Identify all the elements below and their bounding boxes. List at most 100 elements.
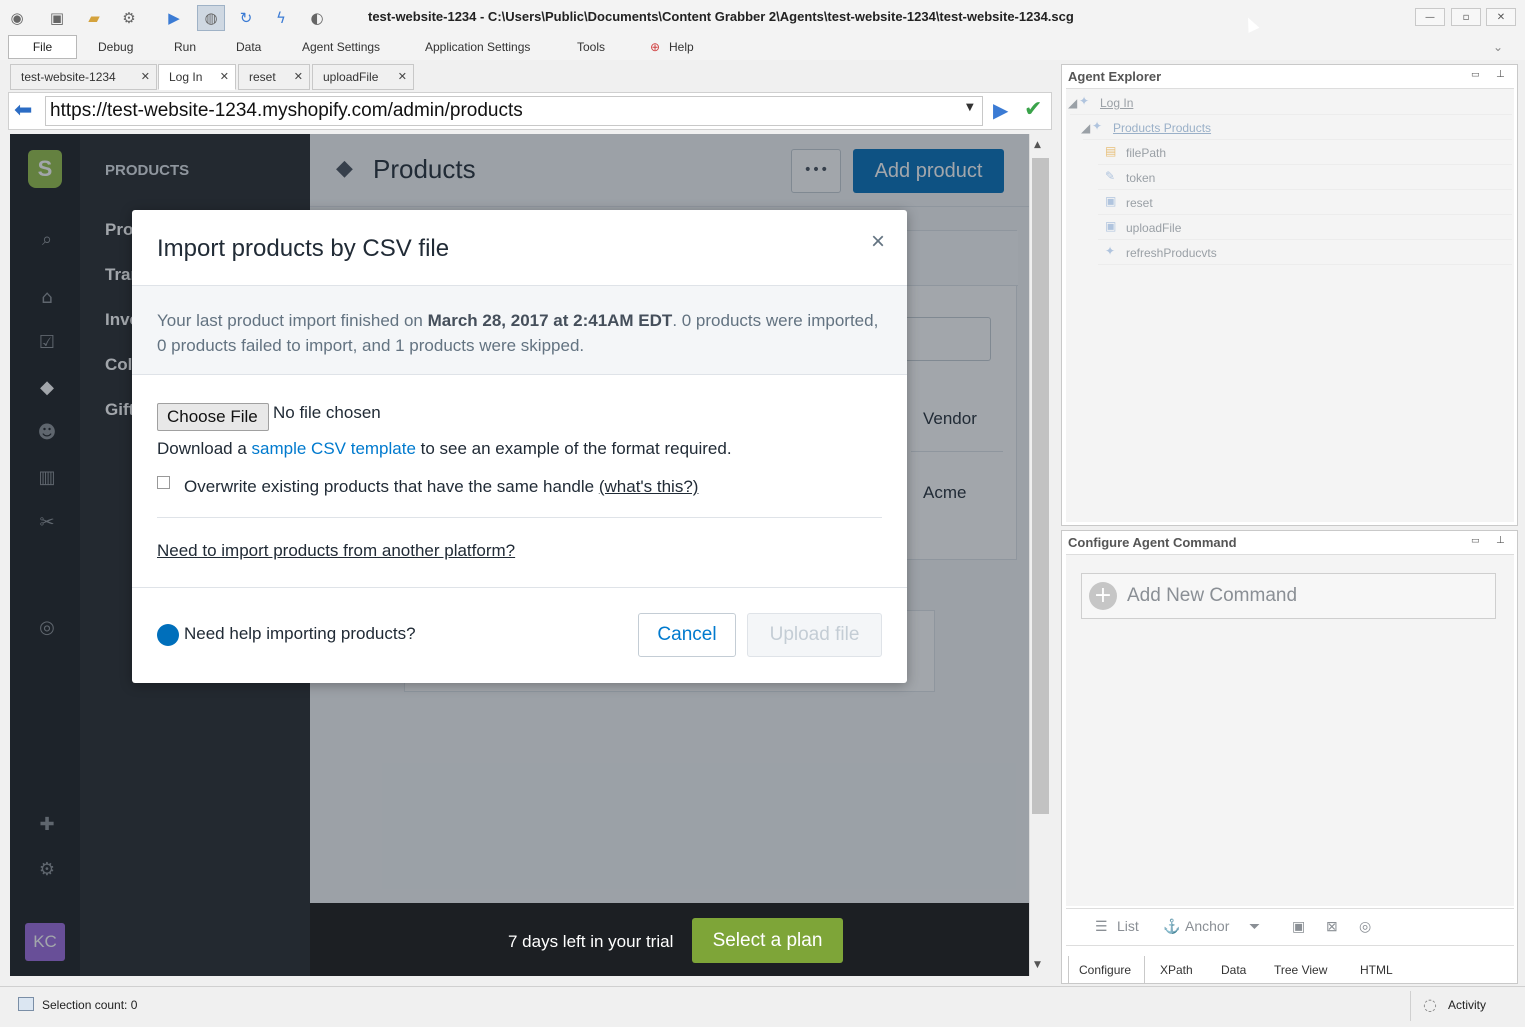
tree-divider: [1070, 114, 1512, 115]
divider: [157, 517, 882, 518]
command-icon: ▣: [1105, 219, 1117, 233]
scroll-up-icon[interactable]: ▲: [1034, 140, 1041, 150]
close-icon[interactable]: ✕: [398, 70, 407, 83]
scrollbar-thumb[interactable]: [1032, 158, 1049, 814]
tree-item-token[interactable]: token: [1126, 171, 1155, 185]
tab-html[interactable]: HTML: [1350, 956, 1403, 984]
import-other-platform-link[interactable]: Need to import products from another pla…: [157, 541, 515, 561]
upload-file-button[interactable]: Upload file: [747, 613, 882, 657]
url-input[interactable]: https://test-website-1234.myshopify.com/…: [45, 96, 983, 126]
close-icon[interactable]: ✕: [294, 70, 303, 83]
menu-help[interactable]: Help: [669, 40, 694, 54]
add-new-command-button[interactable]: + Add New Command: [1081, 573, 1496, 619]
tree-divider: [1098, 164, 1512, 165]
whats-this-link[interactable]: (what's this?): [599, 477, 699, 496]
menu-file[interactable]: File: [8, 35, 77, 59]
collapse-ribbon-icon[interactable]: ⌄: [1493, 40, 1503, 54]
tree-item-uploadfile[interactable]: uploadFile: [1126, 221, 1181, 235]
add-icon: +: [1089, 582, 1117, 610]
tree-item-filepath[interactable]: filePath: [1126, 146, 1166, 160]
tree-item-log-in[interactable]: Log In: [1100, 96, 1133, 110]
agent-icon: ✦: [1079, 94, 1090, 108]
browser-globe-icon[interactable]: ◍: [197, 5, 225, 31]
panel-float-icon[interactable]: ▭: [1471, 536, 1480, 546]
tree-divider: [1098, 189, 1512, 190]
back-arrow-icon[interactable]: ⬅: [14, 98, 32, 123]
anchor-icon: ⚓: [1163, 918, 1181, 934]
help-link[interactable]: Need help importing products?: [184, 624, 416, 644]
pin-icon[interactable]: ⊥: [1496, 535, 1505, 546]
trial-text: 7 days left in your trial: [508, 932, 674, 951]
tab-label: reset: [249, 70, 276, 84]
menu-run[interactable]: Run: [174, 40, 196, 54]
close-icon[interactable]: ✕: [1486, 8, 1516, 26]
panel-float-icon[interactable]: ▭: [1471, 70, 1480, 80]
menu-debug[interactable]: Debug: [98, 40, 133, 54]
tab-upload-file[interactable]: uploadFile ✕: [312, 64, 414, 90]
gear-icon[interactable]: ⚙: [118, 7, 140, 29]
anchor-button[interactable]: Anchor: [1185, 918, 1229, 934]
tab-reset[interactable]: reset ✕: [238, 64, 310, 90]
tab-label: uploadFile: [323, 70, 379, 84]
menu-tools[interactable]: Tools: [577, 40, 605, 54]
target-icon[interactable]: ◎: [1359, 918, 1371, 935]
dropdown-arrow-icon[interactable]: ▼: [966, 102, 974, 113]
command-icon: ▣: [1105, 194, 1117, 208]
maximize-icon[interactable]: ▫: [1451, 8, 1481, 26]
scroll-down-icon[interactable]: ▼: [1034, 960, 1041, 970]
tree-item-refresh[interactable]: refreshProducvts: [1126, 246, 1217, 260]
action-icon: ✦: [1105, 244, 1116, 258]
lightning-icon[interactable]: ϟ: [270, 7, 292, 29]
pin-icon[interactable]: ⊥: [1496, 69, 1505, 80]
clear-selection-icon[interactable]: ⊠: [1326, 918, 1338, 935]
menu-agent-settings[interactable]: Agent Settings: [302, 40, 380, 54]
overwrite-checkbox[interactable]: [157, 476, 170, 489]
filter-icon[interactable]: ⏷: [1249, 918, 1260, 935]
download-prefix: Download a: [157, 439, 252, 458]
tree-item-products[interactable]: Products Products: [1113, 121, 1211, 135]
play-icon[interactable]: ▶: [163, 7, 185, 29]
save-icon[interactable]: ▣: [46, 7, 68, 29]
select-region-icon[interactable]: ▣: [1292, 918, 1305, 935]
tree-divider: [1098, 239, 1512, 240]
agent-explorer-title: Agent Explorer: [1068, 69, 1162, 84]
tab-configure[interactable]: Configure: [1068, 956, 1145, 984]
title-bar: ◉ ▣ ▰ ⚙ ▶ ◍ ↻ ϟ ◐ test-website-1234 - C:…: [0, 0, 1525, 36]
configure-title: Configure Agent Command: [1068, 535, 1237, 550]
menu-bar: Debug Run Data Agent Settings Applicatio…: [0, 36, 1525, 60]
choose-file-button[interactable]: Choose File: [157, 403, 269, 431]
sample-csv-link[interactable]: sample CSV template: [252, 439, 416, 458]
open-folder-icon[interactable]: ▰: [83, 7, 105, 29]
app-menu-icon[interactable]: ◉: [6, 7, 28, 29]
select-plan-button[interactable]: Select a plan: [692, 918, 843, 963]
tab-log-in[interactable]: Log In ✕: [158, 64, 236, 90]
refresh-icon[interactable]: ↻: [235, 7, 257, 29]
checkmark-icon[interactable]: ✔: [1024, 97, 1042, 122]
contrast-icon[interactable]: ◐: [306, 7, 328, 29]
cancel-button[interactable]: Cancel: [638, 613, 736, 657]
close-icon[interactable]: ×: [871, 228, 885, 256]
go-icon[interactable]: ▶: [993, 98, 1008, 122]
last-import-note: Your last product import finished on Mar…: [132, 285, 907, 375]
tree-expander-icon[interactable]: ◢: [1081, 121, 1090, 135]
tab-label: test-website-1234: [21, 70, 116, 84]
minimize-icon[interactable]: —: [1415, 8, 1445, 26]
tab-tree-view[interactable]: Tree View: [1264, 956, 1337, 984]
close-icon[interactable]: ✕: [220, 70, 229, 83]
tree-divider: [1098, 264, 1512, 265]
tab-xpath[interactable]: XPath: [1150, 956, 1203, 984]
list-button[interactable]: List: [1117, 918, 1139, 934]
download-suffix: to see an example of the format required…: [415, 439, 732, 458]
tree-expander-icon[interactable]: ◢: [1068, 96, 1077, 110]
activity-button[interactable]: Activity: [1448, 998, 1486, 1012]
close-icon[interactable]: ✕: [141, 70, 150, 83]
activity-icon[interactable]: ◌: [1423, 995, 1437, 1014]
file-status: No file chosen: [273, 403, 381, 422]
note-prefix: Your last product import finished on: [157, 311, 428, 330]
tab-data[interactable]: Data: [1211, 956, 1256, 984]
tab-test-website[interactable]: test-website-1234 ✕: [10, 64, 157, 90]
menu-data[interactable]: Data: [236, 40, 261, 54]
tree-item-reset[interactable]: reset: [1126, 196, 1153, 210]
menu-application-settings[interactable]: Application Settings: [425, 40, 530, 54]
capture-icon: ▤: [1105, 144, 1117, 158]
